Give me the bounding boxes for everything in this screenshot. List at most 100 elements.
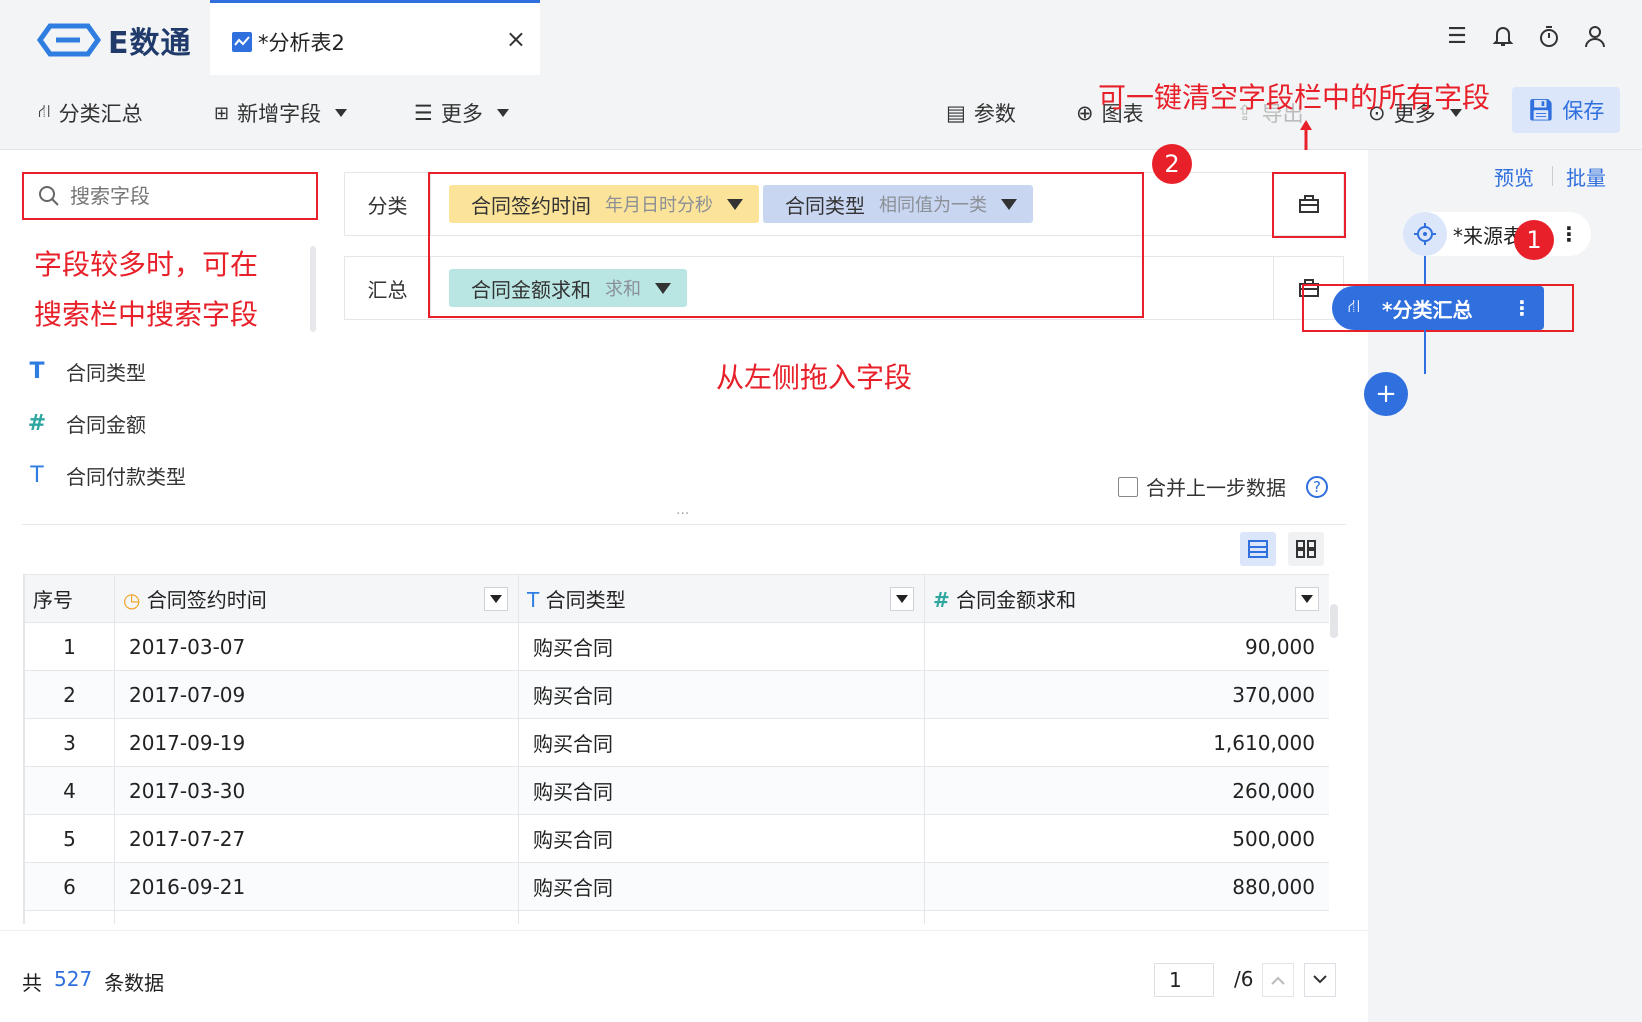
search-input[interactable] <box>70 184 290 208</box>
grid-icon <box>1296 540 1316 558</box>
table-row[interactable]: 2 2017-07-09 购买合同 370,000 <box>24 670 1329 719</box>
table-cell: 购买合同 <box>518 766 925 815</box>
add-field-button[interactable]: ⊞ 新增字段 <box>214 97 348 129</box>
search-icon <box>39 186 59 206</box>
column-menu-button[interactable] <box>484 587 508 611</box>
group-summary-button[interactable]: ⛙ 分类汇总 <box>38 97 143 129</box>
table-cell: 4 <box>24 766 115 815</box>
field-list-scrollbar[interactable] <box>310 246 316 332</box>
text-field-icon: T <box>29 358 45 384</box>
more-vertical-icon[interactable]: ⋮ <box>1512 296 1532 320</box>
table-row[interactable]: 3 2017-09-19 购买合同 1,610,000 <box>24 718 1329 767</box>
data-table: 序号 ◷ 合同签约时间 T 合同类型 # 合同金额求和 1 2017-03-07… <box>23 574 1329 924</box>
caret-down-icon <box>335 109 348 117</box>
column-menu-button[interactable] <box>890 587 914 611</box>
step-connector <box>1424 330 1426 374</box>
table-row[interactable]: 6 2016-09-21 购买合同 880,000 <box>24 862 1329 911</box>
table-cell: 购买合同 <box>518 910 925 924</box>
tab-analysis-sheet[interactable]: *分析表2 × <box>210 0 540 75</box>
help-icon[interactable]: ? <box>1306 475 1328 498</box>
add-column-icon: ⊞ <box>214 102 230 124</box>
main-panel: 字段较多时，可在 搜索栏中搜索字段 T 合同类型 # 合同金额 T 合同付款类型… <box>0 144 1368 1022</box>
table-cell: 购买合同 <box>518 670 925 719</box>
batch-link[interactable]: 批量 <box>1566 162 1606 191</box>
table-body: 1 2017-03-07 购买合同 90,000 2 2017-07-09 购买合同 370,… <box>24 622 1329 924</box>
bell-icon[interactable] <box>1490 24 1516 50</box>
list-icon[interactable]: ☰ <box>1444 24 1470 50</box>
table-cell: 370,000 <box>924 670 1329 719</box>
list-icon: ☰ <box>414 101 433 125</box>
step-source-table[interactable]: *来源表 ⋮ <box>1403 212 1591 256</box>
table-cell: 购买合同 <box>518 862 925 911</box>
field-item[interactable]: T 合同类型 <box>22 356 146 386</box>
prev-page-button[interactable] <box>1262 963 1294 997</box>
more-vertical-icon[interactable]: ⋮ <box>1559 222 1579 246</box>
params-button[interactable]: ▤ 参数 <box>946 97 1016 129</box>
timer-icon[interactable] <box>1536 24 1562 50</box>
table-cell: 90,000 <box>924 622 1329 671</box>
text-field-icon: T <box>527 588 540 612</box>
table-row[interactable]: 5 2017-07-27 购买合同 500,000 <box>24 814 1329 863</box>
badge-2: 2 <box>1152 144 1192 184</box>
page-input[interactable]: 1 <box>1154 963 1214 997</box>
number-field-icon: # <box>933 588 950 612</box>
table-cell: 2017-09-19 <box>114 718 519 767</box>
app-logo: E数通 <box>36 20 192 61</box>
group-zone-label: 分类 <box>345 173 431 235</box>
divider <box>1552 166 1553 186</box>
summary-zone-label: 汇总 <box>345 257 431 319</box>
annotation-clear-all: 可一键清空字段栏中的所有字段 <box>1098 81 1491 114</box>
save-icon: 💾︎ <box>1527 97 1555 122</box>
table-footer: 共 527 条数据 1 /6 <box>0 930 1368 1022</box>
table-cell: 2017-03-30 <box>114 766 519 815</box>
table-cell: 1,610,000 <box>924 718 1329 767</box>
top-bar: E数通 *分析表2 × ☰ <box>0 0 1642 75</box>
header-contract-type[interactable]: T 合同类型 <box>518 574 925 623</box>
table-row[interactable]: 1 2017-03-07 购买合同 90,000 <box>24 622 1329 671</box>
table-cell: 880,000 <box>924 862 1329 911</box>
table-scrollbar[interactable] <box>1330 604 1338 638</box>
caret-down-icon <box>490 595 502 603</box>
table-cell: 2017-07-09 <box>114 670 519 719</box>
grid-view-button[interactable] <box>1288 532 1324 566</box>
header-index: 序号 <box>24 574 115 623</box>
header-sign-time[interactable]: ◷ 合同签约时间 <box>114 574 519 623</box>
params-icon: ▤ <box>946 101 966 125</box>
more-menu-left[interactable]: ☰ 更多 <box>414 97 509 129</box>
table-cell: 2016-09-21 <box>114 862 519 911</box>
table-cell: 2 <box>24 670 115 719</box>
steps-panel: 预览 批量 *来源表 ⋮ 1 ⛙ *分类汇总 ⋮ + <box>1302 150 1642 1022</box>
table-row[interactable]: 4 2017-03-30 购买合同 260,000 <box>24 766 1329 815</box>
table-row[interactable]: 72016-04-07购买合同180,000 <box>24 910 1329 924</box>
merge-option[interactable]: 合并上一步数据 ? <box>1118 472 1328 501</box>
table-cell: 260,000 <box>924 766 1329 815</box>
table-header-row: 序号 ◷ 合同签约时间 T 合同类型 # 合同金额求和 <box>24 574 1329 623</box>
column-menu-button[interactable] <box>1295 587 1319 611</box>
add-step-button[interactable]: + <box>1364 372 1408 416</box>
annotation-search-tip: 字段较多时，可在 搜索栏中搜索字段 <box>34 248 259 331</box>
table-cell: 3 <box>24 718 115 767</box>
table-cell: 购买合同 <box>518 814 925 863</box>
target-icon <box>1403 212 1447 256</box>
step-group-summary[interactable]: ⛙ *分类汇总 ⋮ <box>1332 286 1544 330</box>
table-cell: 7 <box>24 910 115 924</box>
merge-checkbox[interactable] <box>1118 476 1138 497</box>
table-cell: 6 <box>24 862 115 911</box>
user-icon[interactable] <box>1582 24 1608 50</box>
resize-handle[interactable]: ... <box>676 502 689 518</box>
save-button[interactable]: 💾︎ 保存 <box>1512 87 1620 133</box>
header-amount-sum[interactable]: # 合同金额求和 <box>924 574 1329 623</box>
field-item[interactable]: # 合同金额 <box>22 408 146 438</box>
search-box[interactable] <box>22 172 318 220</box>
table-view-button[interactable] <box>1240 532 1276 566</box>
field-item[interactable]: T 合同付款类型 <box>22 460 186 490</box>
annotation-drag-tip: 从左侧拖入字段 <box>716 361 913 394</box>
number-field-icon: # <box>27 410 47 436</box>
highlight-drop-zone <box>428 172 1144 318</box>
next-page-button[interactable] <box>1304 963 1336 997</box>
preview-link[interactable]: 预览 <box>1494 162 1534 191</box>
caret-down-icon <box>496 109 509 117</box>
table-cell: 2017-03-07 <box>114 622 519 671</box>
close-icon[interactable]: × <box>506 25 526 53</box>
highlight-clear-button <box>1272 172 1346 238</box>
